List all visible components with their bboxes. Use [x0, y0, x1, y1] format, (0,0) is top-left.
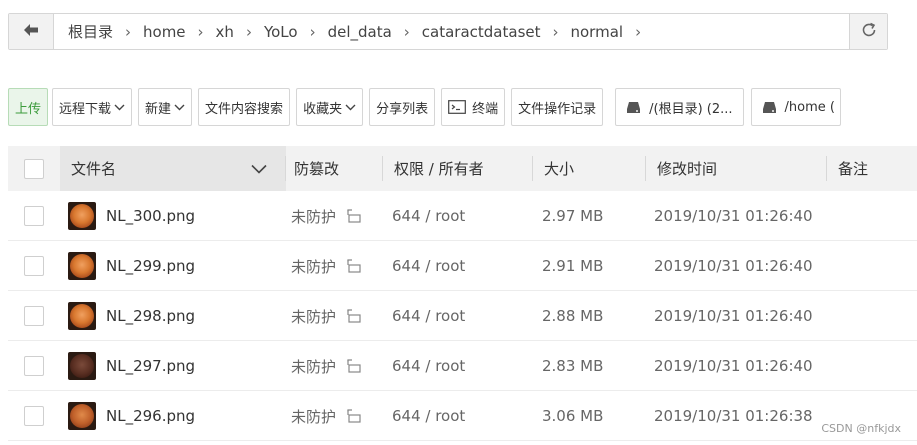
permission-owner[interactable]: 644 / root — [392, 191, 465, 241]
disk-icon — [762, 101, 777, 114]
watermark: CSDN @nfkjdx — [821, 422, 901, 435]
toolbar: 上传 远程下载 新建 文件内容搜索 收藏夹 分享列表 终端 文件操作记录 /(根… — [8, 88, 841, 126]
path-bar: 根目录 › home › xh › YoLo › del_data › cata… — [8, 13, 888, 50]
chevron-right-icon: › — [309, 22, 316, 41]
row-checkbox[interactable] — [24, 306, 44, 326]
upload-button[interactable]: 上传 — [8, 88, 49, 126]
table-row[interactable]: NL_296.png 未防护 644 / root 3.06 MB 2019/1… — [8, 391, 917, 441]
file-size: 2.97 MB — [542, 207, 604, 225]
chevron-down-icon — [174, 100, 185, 115]
file-table: 文件名 防篡改 权限 / 所有者 大小 修改时间 备注 NL_300.png 未… — [8, 146, 917, 441]
row-checkbox[interactable] — [24, 206, 44, 226]
image-thumbnail — [68, 302, 96, 330]
terminal-icon — [448, 100, 466, 114]
chevron-right-icon: › — [245, 22, 252, 41]
path-root-button[interactable]: /(根目录) (2... — [615, 88, 744, 126]
tamper-status: 未防护 — [291, 307, 337, 326]
file-log-button[interactable]: 文件操作记录 — [511, 88, 604, 126]
permission-owner[interactable]: 644 / root — [392, 241, 465, 291]
terminal-button[interactable]: 终端 — [441, 88, 506, 126]
row-checkbox[interactable] — [24, 256, 44, 276]
crumb-yolo[interactable]: YoLo — [258, 23, 304, 41]
unlock-icon[interactable] — [346, 309, 362, 323]
image-thumbnail — [68, 402, 96, 430]
new-button[interactable]: 新建 — [138, 88, 193, 126]
image-thumbnail — [68, 202, 96, 230]
path-home-button[interactable]: /home ( — [750, 88, 841, 126]
file-size: 3.06 MB — [542, 407, 604, 425]
chevron-right-icon: › — [197, 22, 204, 41]
unlock-icon[interactable] — [346, 259, 362, 273]
back-button[interactable] — [9, 14, 54, 49]
tamper-status: 未防护 — [291, 257, 337, 276]
header-perm-owner[interactable]: 权限 / 所有者 — [394, 146, 484, 191]
table-row[interactable]: NL_298.png 未防护 644 / root 2.88 MB 2019/1… — [8, 291, 917, 341]
arrow-left-icon — [23, 22, 39, 41]
chevron-right-icon: › — [552, 22, 559, 41]
file-size: 2.88 MB — [542, 307, 604, 325]
modified-time: 2019/10/31 01:26:38 — [654, 407, 813, 425]
sort-chevron-down-icon[interactable] — [251, 146, 267, 191]
breadcrumb: 根目录 › home › xh › YoLo › del_data › cata… — [54, 21, 849, 42]
permission-owner[interactable]: 644 / root — [392, 291, 465, 341]
image-thumbnail — [68, 352, 96, 380]
row-checkbox[interactable] — [24, 356, 44, 376]
crumb-normal[interactable]: normal — [565, 23, 630, 41]
header-tamper[interactable]: 防篡改 — [294, 146, 339, 191]
crumb-root[interactable]: 根目录 — [62, 21, 119, 42]
unlock-icon[interactable] — [346, 409, 362, 423]
file-name[interactable]: NL_300.png — [106, 207, 195, 225]
file-name[interactable]: NL_297.png — [106, 357, 195, 375]
disk-icon — [626, 101, 641, 114]
header-size[interactable]: 大小 — [544, 146, 574, 191]
content-search-button[interactable]: 文件内容搜索 — [198, 88, 291, 126]
table-row[interactable]: NL_300.png 未防护 644 / root 2.97 MB 2019/1… — [8, 191, 917, 241]
file-name[interactable]: NL_296.png — [106, 407, 195, 425]
chevron-down-icon — [345, 100, 356, 115]
remote-download-button[interactable]: 远程下载 — [52, 88, 133, 126]
permission-owner[interactable]: 644 / root — [392, 391, 465, 441]
header-name[interactable]: 文件名 — [71, 146, 116, 191]
table-header: 文件名 防篡改 权限 / 所有者 大小 修改时间 备注 — [8, 146, 917, 191]
select-all-checkbox[interactable] — [24, 158, 44, 179]
table-row[interactable]: NL_297.png 未防护 644 / root 2.83 MB 2019/1… — [8, 341, 917, 391]
file-name[interactable]: NL_299.png — [106, 257, 195, 275]
chevron-right-icon: › — [125, 22, 132, 41]
modified-time: 2019/10/31 01:26:40 — [654, 207, 813, 225]
refresh-icon — [860, 21, 878, 43]
table-row[interactable]: NL_299.png 未防护 644 / root 2.91 MB 2019/1… — [8, 241, 917, 291]
unlock-icon[interactable] — [346, 359, 362, 373]
unlock-icon[interactable] — [346, 209, 362, 223]
refresh-button[interactable] — [849, 14, 887, 49]
favorites-button[interactable]: 收藏夹 — [296, 88, 364, 126]
file-name[interactable]: NL_298.png — [106, 307, 195, 325]
row-checkbox[interactable] — [24, 406, 44, 426]
modified-time: 2019/10/31 01:26:40 — [654, 307, 813, 325]
crumb-del-data[interactable]: del_data — [322, 23, 398, 41]
file-size: 2.83 MB — [542, 357, 604, 375]
tamper-status: 未防护 — [291, 357, 337, 376]
crumb-home[interactable]: home — [137, 23, 192, 41]
permission-owner[interactable]: 644 / root — [392, 341, 465, 391]
crumb-cataractdataset[interactable]: cataractdataset — [416, 23, 547, 41]
tamper-status: 未防护 — [291, 207, 337, 226]
chevron-down-icon — [114, 100, 125, 115]
modified-time: 2019/10/31 01:26:40 — [654, 357, 813, 375]
chevron-right-icon: › — [403, 22, 410, 41]
crumb-xh[interactable]: xh — [210, 23, 240, 41]
file-size: 2.91 MB — [542, 257, 604, 275]
chevron-right-icon: › — [635, 22, 642, 41]
image-thumbnail — [68, 252, 96, 280]
modified-time: 2019/10/31 01:26:40 — [654, 257, 813, 275]
tamper-status: 未防护 — [291, 407, 337, 426]
header-mtime[interactable]: 修改时间 — [657, 146, 717, 191]
header-note[interactable]: 备注 — [838, 146, 868, 191]
share-list-button[interactable]: 分享列表 — [369, 88, 436, 126]
